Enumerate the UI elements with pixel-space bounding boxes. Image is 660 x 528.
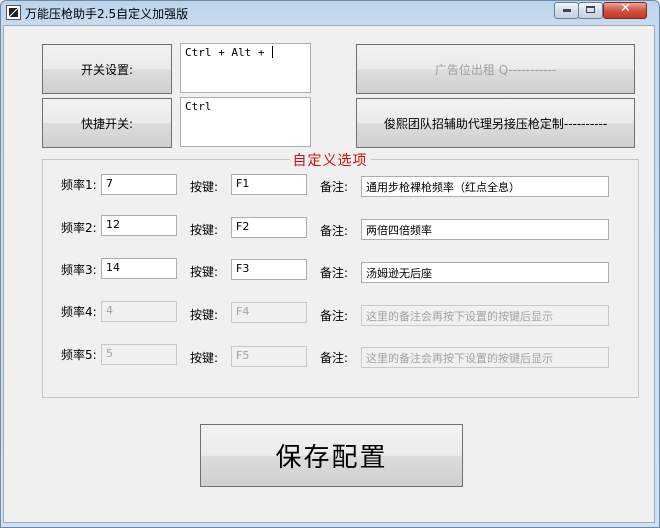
note-input-4[interactable]: 这里的备注会再按下设置的按键后显示 xyxy=(361,305,609,326)
note-input-5[interactable]: 这里的备注会再按下设置的按键后显示 xyxy=(361,347,609,368)
freq-label-2: 频率2: xyxy=(61,221,97,235)
close-button[interactable]: ✕ xyxy=(603,2,647,19)
freq-label-3: 频率3: xyxy=(61,263,97,277)
toggle-hotkey-field[interactable]: Ctrl + Alt + xyxy=(180,43,311,93)
key-input-5[interactable]: F5 xyxy=(231,346,307,367)
window-title: 万能压枪助手2.5自定义加强版 xyxy=(25,7,189,21)
minimize-button[interactable] xyxy=(554,2,579,19)
minimize-icon xyxy=(563,9,571,12)
save-config-button[interactable]: 保存配置 xyxy=(200,424,463,487)
custom-options-title: 自定义选项 xyxy=(0,150,660,170)
note-input-1[interactable]: 通用步枪裸枪频率（红点全息） xyxy=(361,176,609,197)
freq-input-2[interactable]: 12 xyxy=(101,215,177,236)
quick-toggle-field[interactable]: Ctrl xyxy=(180,97,311,147)
note-label-4: 备注: xyxy=(320,309,349,323)
freq-label-5: 频率5: xyxy=(61,348,97,362)
key-input-4[interactable]: F4 xyxy=(231,302,307,323)
maximize-icon xyxy=(586,6,595,13)
note-label-5: 备注: xyxy=(320,351,349,365)
toggle-settings-button[interactable]: 开关设置: xyxy=(42,44,172,94)
key-label-4: 按键: xyxy=(190,308,219,322)
key-input-2[interactable]: F2 xyxy=(231,217,307,238)
freq-input-1[interactable]: 7 xyxy=(101,174,177,195)
team-custom-button[interactable]: 俊熙团队招辅助代理另接压枪定制---------- xyxy=(356,98,635,148)
note-label-1: 备注: xyxy=(320,180,349,194)
text-caret xyxy=(272,46,274,58)
app-icon xyxy=(6,5,21,20)
freq-input-4[interactable]: 4 xyxy=(101,301,177,322)
ad-slot-button[interactable]: 广告位出租 Q----------- xyxy=(356,44,635,94)
key-input-3[interactable]: F3 xyxy=(231,259,307,280)
note-label-2: 备注: xyxy=(320,224,349,238)
quick-toggle-button[interactable]: 快捷开关: xyxy=(42,98,172,148)
freq-input-3[interactable]: 14 xyxy=(101,258,177,279)
toggle-hotkey-value: Ctrl + Alt + xyxy=(185,46,272,59)
key-label-1: 按键: xyxy=(190,180,219,194)
title-bar[interactable]: 万能压枪助手2.5自定义加强版 ✕ xyxy=(1,1,659,25)
close-icon: ✕ xyxy=(620,1,631,16)
note-label-3: 备注: xyxy=(320,266,349,280)
note-input-3[interactable]: 汤姆逊无后座 xyxy=(361,262,609,283)
key-label-5: 按键: xyxy=(190,351,219,365)
maximize-button[interactable] xyxy=(578,2,603,19)
key-label-3: 按键: xyxy=(190,265,219,279)
freq-label-4: 频率4: xyxy=(61,305,97,319)
key-input-1[interactable]: F1 xyxy=(231,174,307,195)
key-label-2: 按键: xyxy=(190,223,219,237)
freq-label-1: 频率1: xyxy=(61,178,97,192)
note-input-2[interactable]: 两倍四倍频率 xyxy=(361,219,609,240)
freq-input-5[interactable]: 5 xyxy=(101,344,177,365)
